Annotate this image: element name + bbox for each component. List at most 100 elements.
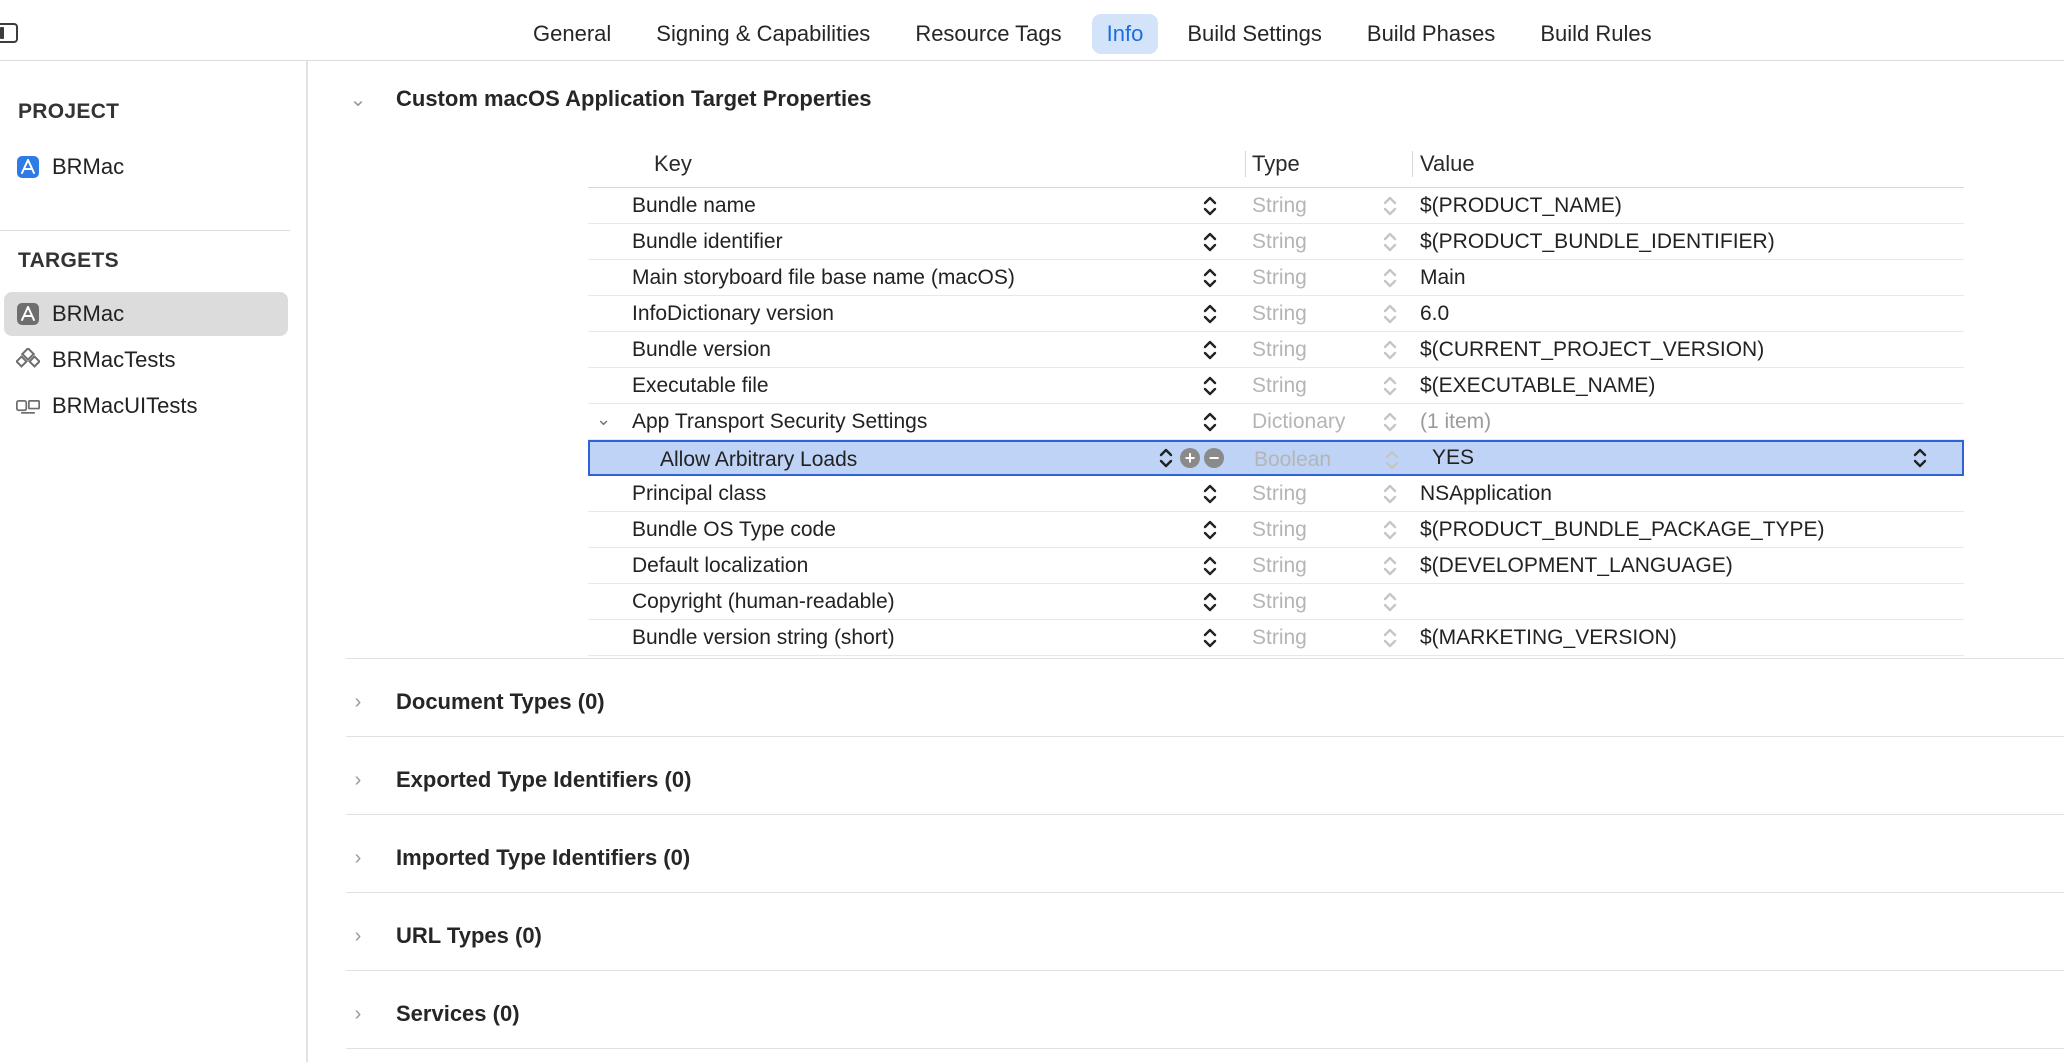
- type-stepper-icon[interactable]: [1382, 374, 1398, 398]
- type-stepper-icon[interactable]: [1382, 338, 1398, 362]
- key-stepper-icon[interactable]: [1202, 410, 1218, 434]
- row-value[interactable]: Main: [1420, 266, 1466, 290]
- chevron-right-icon[interactable]: ›: [346, 690, 370, 714]
- row-value[interactable]: $(PRODUCT_NAME): [1420, 194, 1622, 218]
- key-stepper-icon[interactable]: [1202, 374, 1218, 398]
- tab-build-phases[interactable]: Build Phases: [1345, 14, 1517, 54]
- sidebar-toggle-icon[interactable]: [0, 23, 18, 43]
- type-stepper-icon[interactable]: [1382, 302, 1398, 326]
- key-stepper-icon[interactable]: [1202, 590, 1218, 614]
- type-stepper-icon[interactable]: [1384, 448, 1400, 472]
- value-stepper-icon[interactable]: [1912, 446, 1928, 470]
- tab-signing-capabilities[interactable]: Signing & Capabilities: [634, 14, 892, 54]
- table-row[interactable]: Bundle version String $(CURRENT_PROJECT_VE…: [588, 332, 1964, 368]
- type-stepper-icon[interactable]: [1382, 482, 1398, 506]
- table-row[interactable]: InfoDictionary version String 6.0: [588, 296, 1964, 332]
- chevron-right-icon[interactable]: ›: [346, 924, 370, 948]
- tab-info[interactable]: Info: [1091, 14, 1159, 54]
- row-type[interactable]: String: [1252, 518, 1307, 542]
- table-row[interactable]: Bundle version string (short) String $(MAR…: [588, 620, 1964, 656]
- key-stepper-icon[interactable]: [1202, 482, 1218, 506]
- key-stepper-icon[interactable]: [1202, 230, 1218, 254]
- column-header-type[interactable]: Type: [1252, 151, 1300, 177]
- row-type[interactable]: String: [1252, 194, 1307, 218]
- properties-section-header[interactable]: ⌄ Custom macOS Application Target Proper…: [346, 86, 872, 112]
- key-stepper-icon[interactable]: [1202, 194, 1218, 218]
- table-row[interactable]: Copyright (human-readable) String: [588, 584, 1964, 620]
- row-key[interactable]: Principal class: [632, 482, 766, 506]
- row-type[interactable]: String: [1252, 374, 1307, 398]
- type-stepper-icon[interactable]: [1382, 230, 1398, 254]
- row-value[interactable]: $(DEVELOPMENT_LANGUAGE): [1420, 554, 1733, 578]
- sidebar-item-target-brmac[interactable]: BRMac: [4, 292, 288, 336]
- row-value[interactable]: $(PRODUCT_BUNDLE_PACKAGE_TYPE): [1420, 518, 1825, 542]
- type-stepper-icon[interactable]: [1382, 554, 1398, 578]
- collapsed-section-header[interactable]: › URL Types (0): [346, 923, 542, 949]
- type-stepper-icon[interactable]: [1382, 518, 1398, 542]
- add-row-icon[interactable]: +: [1180, 448, 1200, 468]
- type-stepper-icon[interactable]: [1382, 626, 1398, 650]
- sidebar-item-target-brmactests[interactable]: BRMacTests: [4, 338, 288, 382]
- row-value[interactable]: $(PRODUCT_BUNDLE_IDENTIFIER): [1420, 230, 1775, 254]
- type-stepper-icon[interactable]: [1382, 590, 1398, 614]
- collapsed-section-header[interactable]: › Exported Type Identifiers (0): [346, 767, 692, 793]
- row-type[interactable]: String: [1252, 482, 1307, 506]
- sidebar-item-project-brmac[interactable]: BRMac: [4, 145, 288, 189]
- chevron-right-icon[interactable]: ›: [346, 768, 370, 792]
- collapsed-section-header[interactable]: › Document Types (0): [346, 689, 605, 715]
- row-type[interactable]: String: [1252, 302, 1307, 326]
- row-type[interactable]: String: [1252, 554, 1307, 578]
- column-header-value[interactable]: Value: [1420, 151, 1475, 177]
- column-header-key[interactable]: Key: [654, 151, 692, 177]
- row-key[interactable]: Bundle name: [632, 194, 756, 218]
- key-stepper-icon[interactable]: [1202, 338, 1218, 362]
- row-value[interactable]: (1 item): [1420, 410, 1491, 434]
- type-stepper-icon[interactable]: [1382, 410, 1398, 434]
- tab-general[interactable]: General: [511, 14, 633, 54]
- row-key[interactable]: Bundle version string (short): [632, 626, 895, 650]
- table-row[interactable]: Bundle identifier String $(PRODUCT_BUNDLE_…: [588, 224, 1964, 260]
- type-stepper-icon[interactable]: [1382, 194, 1398, 218]
- row-type[interactable]: String: [1252, 626, 1307, 650]
- sidebar-item-target-brmacuitests[interactable]: BRMacUITests: [4, 384, 288, 428]
- key-stepper-icon[interactable]: [1202, 518, 1218, 542]
- row-value[interactable]: $(CURRENT_PROJECT_VERSION): [1420, 338, 1764, 362]
- type-stepper-icon[interactable]: [1382, 266, 1398, 290]
- tab-resource-tags[interactable]: Resource Tags: [893, 14, 1083, 54]
- key-stepper-icon[interactable]: [1158, 446, 1174, 470]
- row-type[interactable]: String: [1252, 266, 1307, 290]
- row-key[interactable]: Copyright (human-readable): [632, 590, 895, 614]
- row-key[interactable]: Main storyboard file base name (macOS): [632, 266, 1015, 290]
- row-value[interactable]: $(EXECUTABLE_NAME): [1420, 374, 1655, 398]
- row-key[interactable]: Bundle version: [632, 338, 771, 362]
- table-row[interactable]: ⌄ App Transport Security Settings Dictiona…: [588, 404, 1964, 440]
- row-value[interactable]: YES: [1432, 446, 1474, 470]
- tab-build-rules[interactable]: Build Rules: [1518, 14, 1673, 54]
- table-row[interactable]: Principal class String NSApplication: [588, 476, 1964, 512]
- collapsed-section-header[interactable]: › Services (0): [346, 1001, 520, 1027]
- row-type[interactable]: String: [1252, 230, 1307, 254]
- table-row[interactable]: Default localization String $(DEVELOPMENT_…: [588, 548, 1964, 584]
- row-key[interactable]: Executable file: [632, 374, 769, 398]
- row-key[interactable]: Allow Arbitrary Loads: [660, 448, 857, 472]
- row-key[interactable]: Default localization: [632, 554, 808, 578]
- chevron-down-icon[interactable]: ⌄: [346, 87, 370, 111]
- tab-build-settings[interactable]: Build Settings: [1165, 14, 1344, 54]
- row-value[interactable]: $(MARKETING_VERSION): [1420, 626, 1677, 650]
- remove-row-icon[interactable]: −: [1204, 448, 1224, 468]
- key-stepper-icon[interactable]: [1202, 554, 1218, 578]
- table-row[interactable]: Bundle name String $(PRODUCT_NAME): [588, 188, 1964, 224]
- chevron-right-icon[interactable]: ›: [346, 1002, 370, 1026]
- row-type[interactable]: Boolean: [1254, 448, 1331, 472]
- key-stepper-icon[interactable]: [1202, 302, 1218, 326]
- row-key[interactable]: App Transport Security Settings: [632, 410, 927, 434]
- row-key[interactable]: Bundle OS Type code: [632, 518, 836, 542]
- row-type[interactable]: Dictionary: [1252, 410, 1345, 434]
- row-type[interactable]: String: [1252, 338, 1307, 362]
- row-type[interactable]: String: [1252, 590, 1307, 614]
- row-value[interactable]: NSApplication: [1420, 482, 1552, 506]
- chevron-down-icon[interactable]: ⌄: [596, 409, 611, 430]
- table-row[interactable]: Main storyboard file base name (macOS) St…: [588, 260, 1964, 296]
- table-row[interactable]: Allow Arbitrary Loads + − Boolean YES: [588, 440, 1964, 476]
- chevron-right-icon[interactable]: ›: [346, 846, 370, 870]
